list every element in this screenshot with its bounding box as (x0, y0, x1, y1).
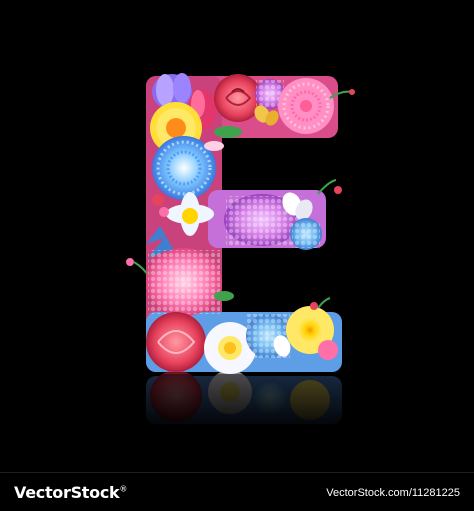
reflection-fade (120, 374, 360, 434)
image-id-text: VectorStock.com/11281225 (326, 487, 460, 499)
pink-aster-flower (278, 78, 334, 134)
watermark-footer: VectorStock® VectorStock.com/11281225 (0, 472, 474, 511)
brand-name: VectorStock (14, 483, 120, 502)
loose-petal-left (126, 258, 134, 266)
brand-logo: VectorStock® (14, 483, 127, 502)
floral-letter-artwork (0, 0, 474, 472)
vine-middle (317, 179, 337, 195)
letter-e (126, 73, 355, 374)
red-rose-flower (214, 74, 262, 122)
floral-letter-e-graphic (120, 73, 360, 434)
leaf-lower (214, 291, 234, 301)
pink-peony (146, 312, 206, 372)
small-pink-bud (204, 141, 224, 151)
brand-registered-mark: ® (119, 484, 128, 494)
blue-hydrangea-middle (290, 218, 322, 250)
leaf-top (214, 126, 242, 138)
pink-hydrangea (146, 248, 222, 316)
pink-bud-bottom (318, 340, 338, 360)
